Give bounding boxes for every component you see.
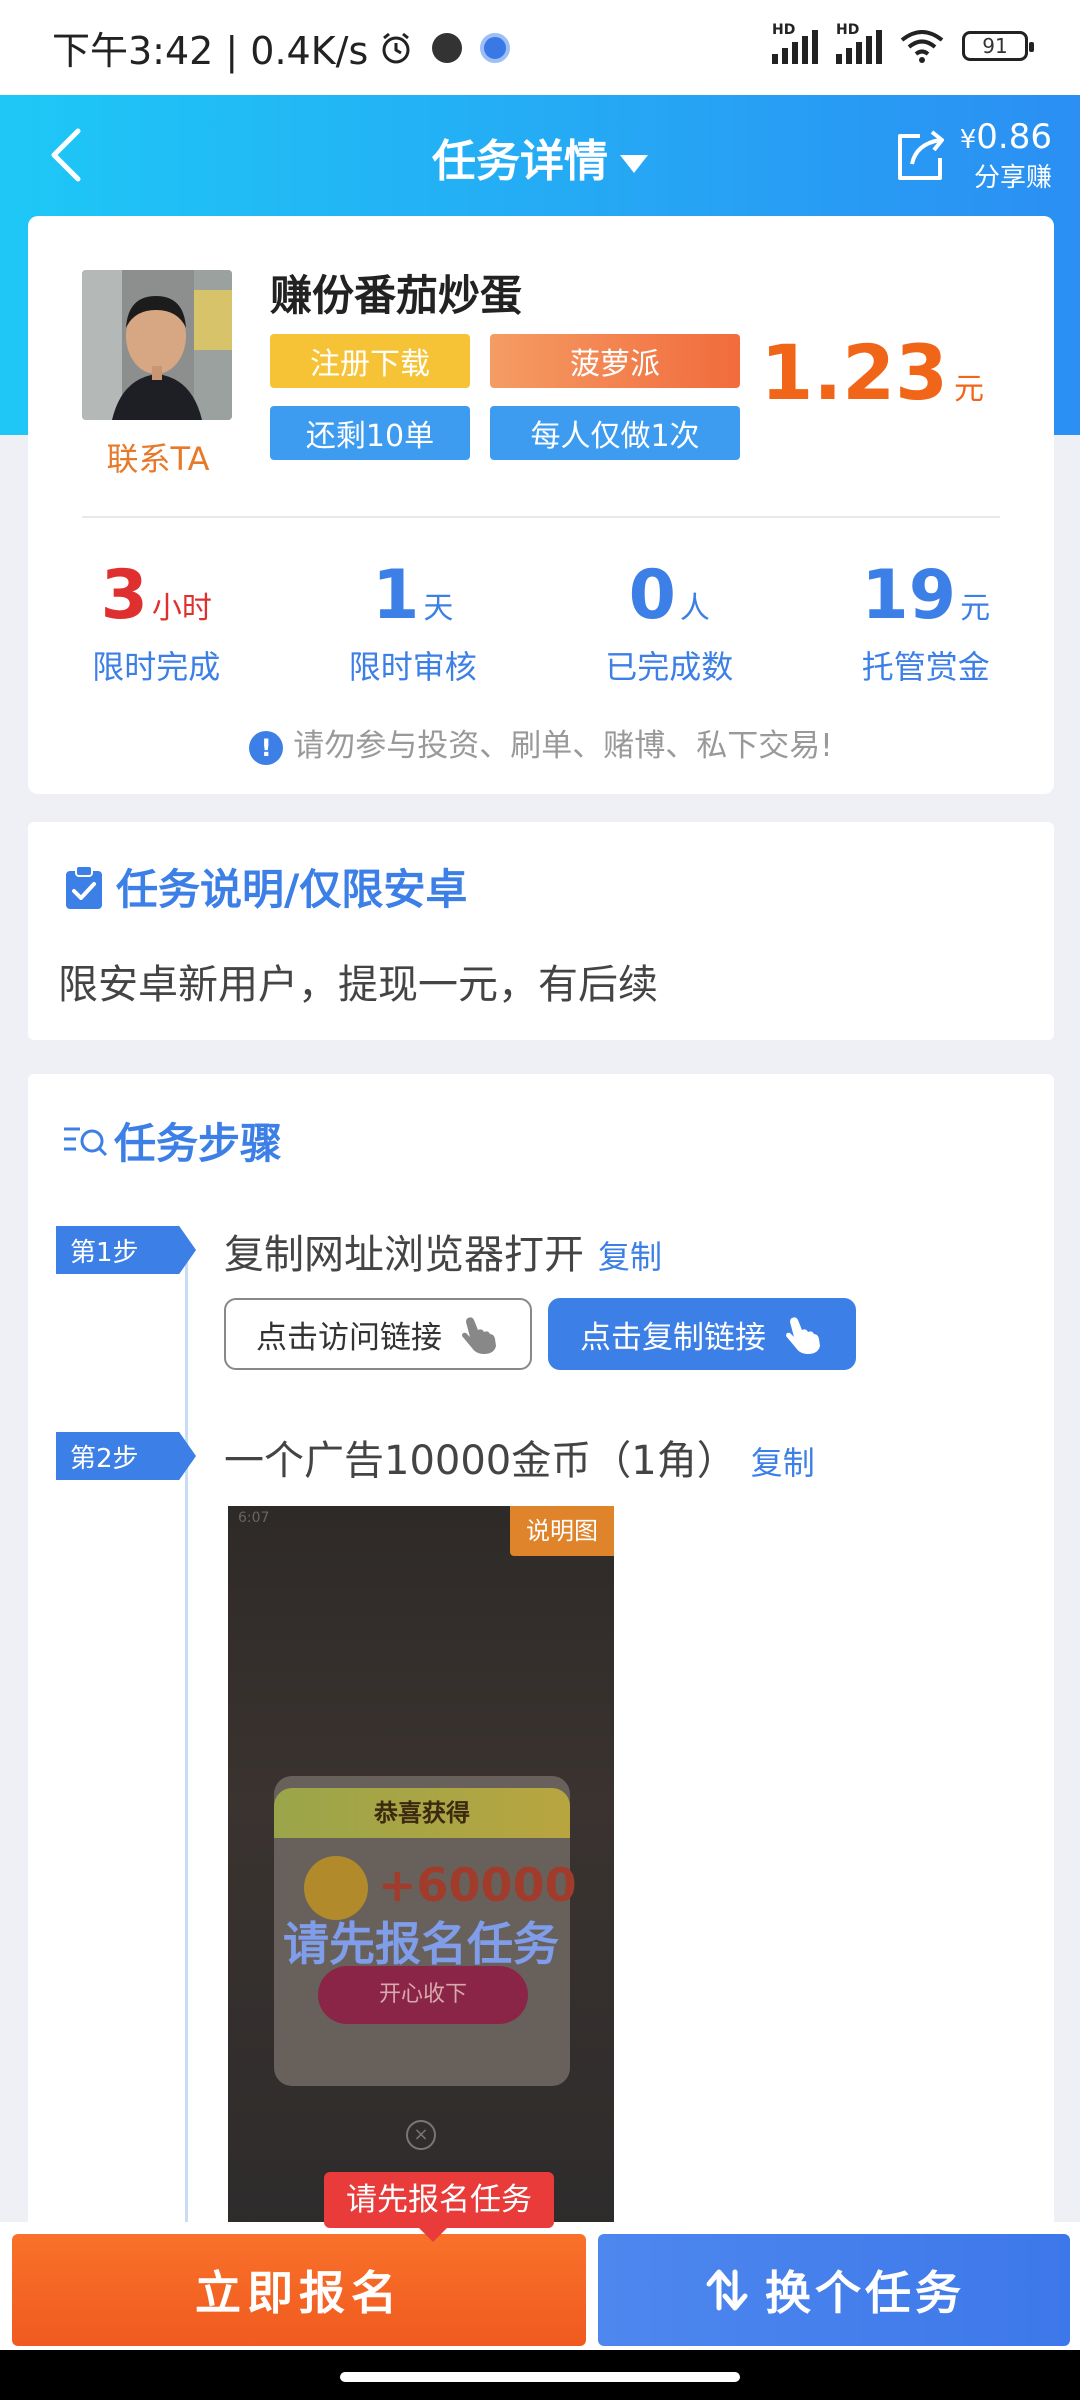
switch-task-button[interactable]: 换个任务 bbox=[598, 2234, 1070, 2346]
share-label: 分享赚 bbox=[973, 163, 1052, 193]
task-summary-card: 联系TA 赚份番茄炒蛋 注册下载 菠萝派 还剩10单 每人仅做1次 1.23 元 … bbox=[28, 216, 1054, 794]
share-icon bbox=[897, 129, 944, 180]
avatar[interactable] bbox=[82, 270, 232, 420]
stat-time-limit: 3 小时 限时完成 bbox=[92, 556, 221, 686]
clipboard-check-icon bbox=[66, 864, 102, 909]
step-2-text: 一个广告10000金币（1角） 复制 bbox=[224, 1438, 815, 1484]
signal-icon-2: HD bbox=[836, 22, 882, 64]
stat-review-limit: 1天 限时审核 bbox=[348, 556, 477, 686]
step-2-badge: 第2步 bbox=[56, 1432, 196, 1480]
wifi-icon bbox=[900, 30, 944, 63]
home-indicator[interactable] bbox=[340, 2372, 740, 2382]
app-notification-icon bbox=[432, 32, 463, 63]
signup-first-overlay: 请先报名任务 bbox=[283, 1917, 559, 1971]
tag-remaining: 还剩10单 bbox=[270, 406, 470, 460]
status-right: HD HD 91 bbox=[772, 22, 1034, 64]
tag-pineapple: 菠萝派 bbox=[490, 334, 740, 388]
signup-tooltip: 请先报名任务 bbox=[324, 2172, 554, 2242]
description-title: 任务说明/仅限安卓 bbox=[62, 856, 467, 917]
step-1-text: 复制网址浏览器打开 复制 bbox=[224, 1232, 663, 1278]
task-price: 1.23 元 bbox=[760, 328, 984, 417]
tag-once-per-person: 每人仅做1次 bbox=[490, 406, 740, 460]
step-1-copy-link[interactable]: 复制 bbox=[598, 1238, 662, 1276]
stat-completed: 0人 已完成数 bbox=[605, 556, 734, 686]
steps-timeline bbox=[185, 1249, 188, 2234]
screenshot-popup-button: 开心收下 bbox=[318, 1966, 528, 2024]
signup-button[interactable]: 立即报名 bbox=[12, 2234, 586, 2346]
description-text: 限安卓新用户，提现一元，有后续 bbox=[58, 962, 658, 1008]
step-1-dot bbox=[179, 1243, 194, 1258]
stat-escrow: 19 元 托管赏金 bbox=[861, 556, 991, 686]
battery-icon: 91 bbox=[962, 31, 1034, 61]
swap-arrows-icon bbox=[706, 2269, 748, 2311]
warning-notice: ! 请勿参与投资、刷单、赌博、私下交易! bbox=[28, 720, 1054, 765]
visit-link-button[interactable]: 点击访问链接 bbox=[224, 1298, 532, 1370]
screenshot-amount: +60000 bbox=[378, 1858, 577, 1912]
nav-bar: 任务详情 ¥0.86 分享赚 bbox=[0, 95, 1080, 215]
share-earn-button[interactable]: ¥0.86 分享赚 bbox=[890, 117, 1052, 194]
screenshot-popup-head: 恭喜获得 bbox=[274, 1788, 570, 1838]
search-list-icon bbox=[64, 1127, 108, 1156]
step-1-badge: 第1步 bbox=[56, 1226, 196, 1274]
task-stats: 3 小时 限时完成 1天 限时审核 0人 已完成数 19 元 托管赏金 bbox=[28, 556, 1054, 688]
chevron-down-icon bbox=[620, 155, 648, 173]
steps-title: 任务步骤 bbox=[62, 1110, 282, 1171]
task-description-card: 任务说明/仅限安卓 限安卓新用户，提现一元，有后续 bbox=[28, 822, 1054, 1040]
task-title: 赚份番茄炒蛋 bbox=[270, 271, 523, 320]
share-amount: 0.86 bbox=[976, 117, 1052, 157]
step-2-screenshot[interactable]: 6:07 恭喜获得 +60000 开心收下 × 说明图 请先报名任务 bbox=[228, 1506, 614, 2234]
close-icon: × bbox=[406, 2120, 436, 2150]
divider bbox=[82, 516, 1000, 518]
tag-register-download: 注册下载 bbox=[270, 334, 470, 388]
hand-pointer-icon bbox=[462, 1317, 496, 1354]
illustration-tag: 说明图 bbox=[510, 1506, 614, 1556]
exclamation-icon: ! bbox=[249, 730, 284, 765]
browser-notification-icon bbox=[480, 32, 511, 63]
hand-pointer-icon bbox=[786, 1317, 820, 1354]
step-2-dot bbox=[179, 1449, 194, 1464]
status-bar: 下午3:42 | 0.4K/s HD HD 91 bbox=[0, 0, 1080, 95]
step-2-copy-link[interactable]: 复制 bbox=[751, 1444, 815, 1482]
contact-button[interactable]: 联系TA bbox=[68, 434, 248, 480]
status-time: 下午3:42 | 0.4K/s bbox=[52, 29, 369, 73]
alarm-icon bbox=[382, 32, 410, 63]
task-steps-card: 任务步骤 第1步 复制网址浏览器打开 复制 点击访问链接 点击复制链接 第2步 一… bbox=[28, 1074, 1054, 2234]
signal-icon: HD bbox=[772, 22, 818, 64]
share-currency: ¥ bbox=[959, 125, 977, 155]
copy-link-button[interactable]: 点击复制链接 bbox=[548, 1298, 856, 1370]
